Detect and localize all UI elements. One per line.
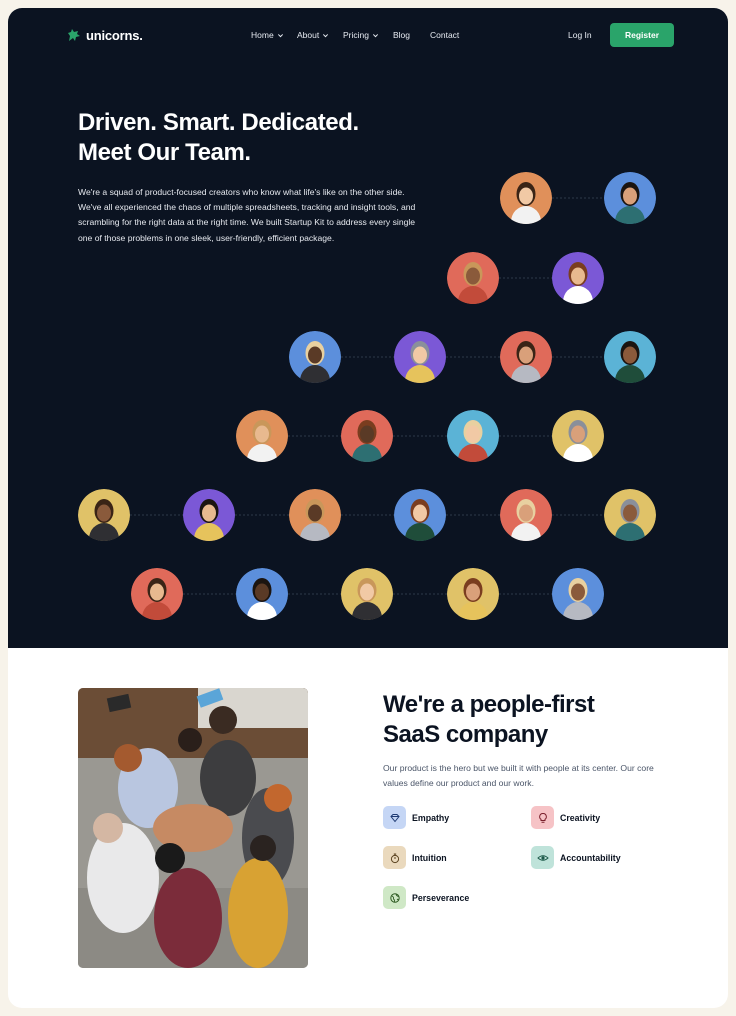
- team-member-avatar[interactable]: [78, 489, 130, 555]
- value-intuition: Intuition: [383, 846, 447, 869]
- team-member-avatar[interactable]: [447, 568, 499, 634]
- team-member-avatar[interactable]: [289, 489, 341, 555]
- chevron-down-icon: [277, 33, 283, 37]
- team-member-avatar[interactable]: [604, 331, 656, 397]
- chevron-down-icon: [323, 33, 329, 37]
- team-member-avatar[interactable]: [447, 252, 499, 318]
- hero-title-line: Meet Our Team.: [78, 139, 251, 166]
- about-title: We're a people-first SaaS company: [383, 690, 683, 750]
- value-icon-badge: [531, 846, 554, 869]
- team-member-avatar[interactable]: [236, 568, 288, 634]
- nav-item-label: About: [297, 30, 320, 40]
- brand-name: unicorns.: [86, 27, 143, 43]
- team-member-avatar[interactable]: [604, 489, 656, 555]
- team-member-avatar[interactable]: [500, 172, 552, 238]
- value-icon-badge: [383, 886, 406, 909]
- team-member-avatar[interactable]: [394, 331, 446, 397]
- team-member-avatar[interactable]: [447, 410, 499, 476]
- value-icon-badge: [383, 846, 406, 869]
- team-member-avatar[interactable]: [341, 410, 393, 476]
- team-member-avatar[interactable]: [183, 489, 235, 555]
- value-label: Accountability: [560, 852, 621, 863]
- globe-icon: [389, 892, 400, 903]
- nav-item-home[interactable]: Home: [251, 30, 297, 40]
- value-label: Intuition: [412, 852, 447, 863]
- team-member-avatar[interactable]: [552, 568, 604, 634]
- main-nav: Home About Pricing Blog Contact: [251, 30, 459, 40]
- nav-item-label: Pricing: [343, 30, 369, 40]
- team-member-avatar[interactable]: [236, 410, 288, 476]
- page-frame: unicorns. Home About Pricing Blog Contac…: [8, 8, 728, 1008]
- value-empathy: Empathy: [383, 806, 449, 829]
- team-huddle-image: [78, 688, 308, 968]
- value-label: Empathy: [412, 812, 450, 823]
- value-perseverance: Perseverance: [383, 886, 469, 909]
- top-navbar: unicorns. Home About Pricing Blog Contac…: [8, 8, 728, 64]
- register-button[interactable]: Register: [610, 23, 674, 47]
- nav-item-label: Home: [251, 30, 274, 40]
- brand-logo[interactable]: unicorns.: [66, 27, 143, 43]
- team-member-avatar[interactable]: [500, 489, 552, 555]
- hero-section: unicorns. Home About Pricing Blog Contac…: [8, 8, 728, 648]
- unicorn-icon: [68, 29, 80, 41]
- nav-item-blog[interactable]: Blog: [393, 30, 430, 40]
- team-member-avatar[interactable]: [289, 331, 341, 397]
- stopwatch-icon: [390, 853, 399, 863]
- hero-title: Driven. Smart. Dedicated. Meet Our Team.: [78, 108, 408, 168]
- nav-item-pricing[interactable]: Pricing: [343, 30, 393, 40]
- value-label: Perseverance: [412, 892, 470, 903]
- team-member-avatar[interactable]: [500, 331, 552, 397]
- nav-item-label: Blog: [393, 30, 411, 40]
- value-icon-badge: [383, 806, 406, 829]
- about-description: Our product is the hero but we built it …: [383, 763, 654, 788]
- value-icon-badge: [531, 806, 554, 829]
- nav-item-about[interactable]: About: [297, 30, 343, 40]
- team-huddle-photo: [78, 688, 308, 968]
- login-link[interactable]: Log In: [568, 30, 592, 40]
- lightbulb-icon: [538, 812, 547, 823]
- about-title-line: SaaS company: [383, 721, 548, 748]
- about-title-line: We're a people-first: [383, 691, 595, 718]
- team-member-avatar[interactable]: [552, 410, 604, 476]
- value-creativity: Creativity: [531, 806, 600, 829]
- team-network: [78, 172, 656, 634]
- value-label: Creativity: [560, 812, 601, 823]
- diamond-icon: [389, 813, 400, 822]
- team-member-avatar[interactable]: [131, 568, 183, 634]
- value-accountability: Accountability: [531, 846, 621, 869]
- nav-item-contact[interactable]: Contact: [430, 30, 459, 40]
- team-member-avatar[interactable]: [552, 252, 604, 318]
- team-member-avatar[interactable]: [341, 568, 393, 634]
- chevron-down-icon: [372, 33, 379, 37]
- nav-item-label: Contact: [430, 30, 460, 40]
- team-member-avatar[interactable]: [394, 489, 446, 555]
- hero-description: We're a squad of product-focused creator…: [78, 187, 416, 243]
- hero-title-line: Driven. Smart. Dedicated.: [78, 109, 359, 136]
- eye-icon: [536, 854, 549, 861]
- team-member-avatar[interactable]: [604, 172, 656, 238]
